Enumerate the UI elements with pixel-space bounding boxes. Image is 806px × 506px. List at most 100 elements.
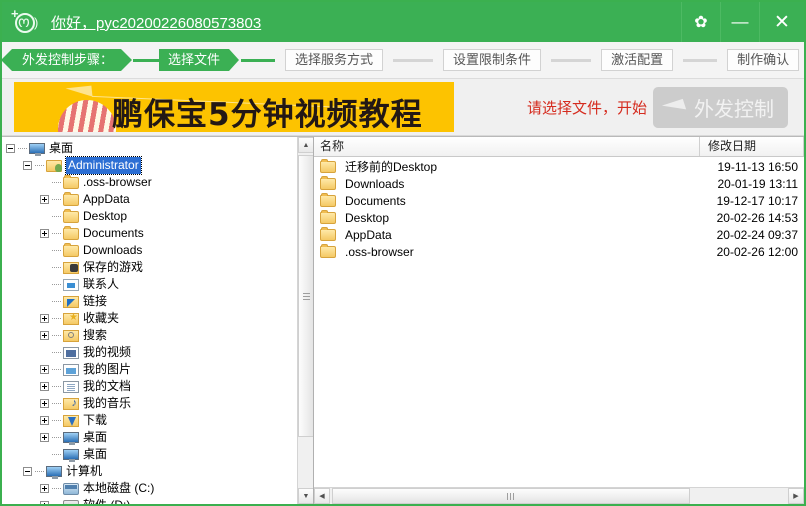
table-row[interactable]: AppData 20-02-24 09:37 [314,226,804,243]
tree-item[interactable]: 我的文档 [6,378,297,395]
greeting-link[interactable]: 你好，pyc20200226080573803 [51,12,261,33]
folder-icon [63,225,79,240]
expand-icon[interactable] [40,399,49,408]
expand-icon[interactable] [40,331,49,340]
tree-item[interactable]: 保存的游戏 [6,259,297,276]
step-connector [551,58,592,62]
link-icon [63,295,79,308]
file-name-cell: Downloads [320,175,700,191]
tree-item[interactable]: 搜索 [6,327,297,344]
tree-item[interactable]: 桌面 [6,140,297,157]
expand-icon[interactable] [40,365,49,374]
step-item-limits[interactable]: 设置限制条件 [443,49,542,71]
tree-item-label: 本地磁盘 (C:) [83,481,155,495]
step-connector [393,58,434,62]
scroll-left-icon[interactable]: ◀ [314,488,330,504]
video-icon [63,346,79,359]
collapse-icon[interactable] [23,467,32,476]
expand-icon[interactable] [40,195,49,204]
tree-item-label: 我的视频 [83,345,132,359]
step-item-service-mode[interactable]: 选择服务方式 [285,49,384,71]
tree-item-label: 我的文档 [83,379,132,393]
tree-item[interactable]: 下载 [6,412,297,429]
tree-item[interactable]: 我的视频 [6,344,297,361]
tree-item[interactable]: 桌面 [6,446,297,463]
video-tutorial-ad[interactable]: 鹏保宝5分钟视频教程 [14,82,454,132]
table-row[interactable]: Documents 19-12-17 10:17 [314,192,804,209]
expand-icon[interactable] [40,416,49,425]
expand-icon[interactable] [40,229,49,238]
collapse-icon[interactable] [6,144,15,153]
user-icon [46,159,62,172]
file-name-cell: 迁移前的Desktop [320,158,700,175]
hdd-icon [63,482,79,495]
window-controls: ✿ — ✕ [681,2,804,42]
tree-item[interactable]: 本地磁盘 (C:) [6,480,297,497]
tree-connector-line [35,470,44,473]
tree-item[interactable]: 软件 (D:) [6,497,297,504]
folder-icon [63,242,79,257]
folder-tree-pane: 桌面 Administrator .oss-browser AppData Deskto… [2,137,314,504]
tree-vertical-scrollbar[interactable]: ▲ ▼ [297,137,313,504]
folder-icon [320,209,336,224]
table-row[interactable]: Downloads 20-01-19 13:11 [314,175,804,192]
tree-item[interactable]: 我的图片 [6,361,297,378]
file-name-label: Documents [345,193,406,208]
tree-item[interactable]: Documents [6,225,297,242]
expand-icon[interactable] [40,314,49,323]
column-header-date[interactable]: 修改日期 [700,137,804,156]
expand-icon[interactable] [40,484,49,493]
tree-item[interactable]: 桌面 [6,429,297,446]
contact-icon [63,278,79,291]
tree-connector-line [52,351,61,354]
table-row[interactable]: Desktop 20-02-26 14:53 [314,209,804,226]
file-list-header: 名称 修改日期 [314,137,804,157]
file-date-cell: 19-12-17 10:17 [716,193,798,208]
settings-icon[interactable]: ✿ [681,2,720,42]
scroll-down-icon[interactable]: ▼ [298,488,313,504]
tree-connector-line [52,334,61,337]
tree-item[interactable]: Administrator [6,156,297,175]
expand-icon[interactable] [40,433,49,442]
folder-icon [63,208,79,223]
tree-item-label: Documents [83,226,144,240]
tree-connector-line [52,436,61,439]
tree-item[interactable]: 计算机 [6,463,297,480]
minimize-icon[interactable]: — [720,2,759,42]
tree-item[interactable]: 我的音乐 [6,395,297,412]
step-item-confirm[interactable]: 制作确认 [727,49,800,71]
tree-item-label: Desktop [83,209,128,223]
monitor-icon [63,432,79,445]
tree-scroll-thumb[interactable] [298,155,313,437]
tree-item[interactable]: AppData [6,191,297,208]
table-row[interactable]: .oss-browser 20-02-26 12:00 [314,243,804,260]
tree-item[interactable]: 收藏夹 [6,310,297,327]
tree-item[interactable]: Desktop [6,208,297,225]
scroll-right-icon[interactable]: ▶ [788,488,804,504]
tree-item-label: Downloads [83,243,143,257]
tree-item[interactable]: 链接 [6,293,297,310]
collapse-icon[interactable] [23,161,32,170]
file-list-rows[interactable]: 迁移前的Desktop 19-11-13 16:50 Downloads 20-01-… [314,158,804,486]
expand-icon[interactable] [40,501,49,504]
folder-icon [320,243,336,258]
application-window: + ო ) 你好，pyc20200226080573803 ✿ — ✕ 外发控制… [0,0,806,506]
expand-icon[interactable] [40,382,49,391]
tree-item[interactable]: 联系人 [6,276,297,293]
hscroll-thumb[interactable] [332,488,690,504]
outbound-control-button[interactable]: 外发控制 [653,86,788,128]
step-item-activate[interactable]: 激活配置 [601,49,674,71]
scroll-up-icon[interactable]: ▲ [298,137,313,153]
file-name-cell: AppData [320,226,700,242]
column-header-name[interactable]: 名称 [314,137,700,156]
tree-item-label: Administrator [65,156,142,175]
table-row[interactable]: 迁移前的Desktop 19-11-13 16:50 [314,158,804,175]
close-icon[interactable]: ✕ [759,2,804,42]
step-item-select-file[interactable]: 选择文件 [159,49,240,71]
folder-tree[interactable]: 桌面 Administrator .oss-browser AppData Deskto… [2,137,297,504]
file-list-horizontal-scrollbar[interactable]: ◀ ▶ [314,487,804,504]
tree-item[interactable]: Downloads [6,242,297,259]
tree-item[interactable]: .oss-browser [6,174,297,191]
